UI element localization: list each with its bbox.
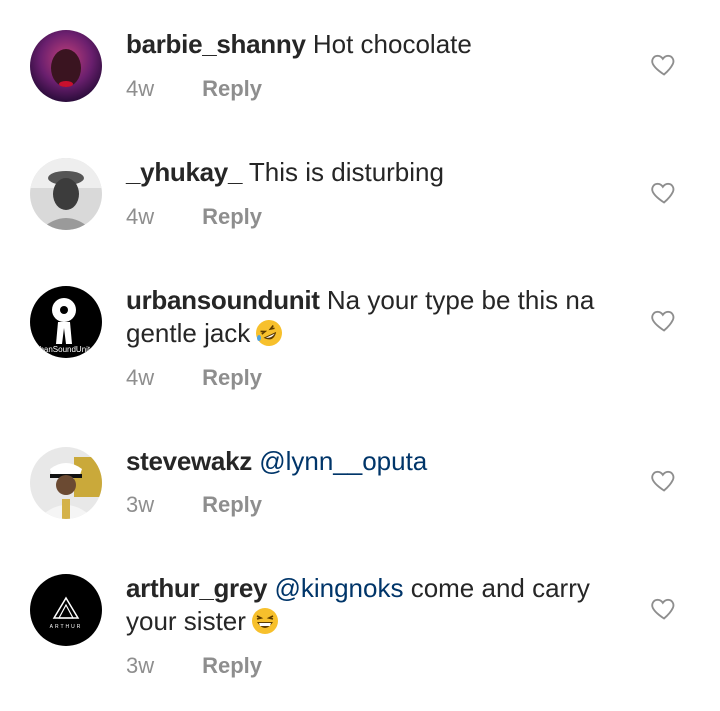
comment-timestamp: 4w (126, 204, 155, 229)
comment-body: This is disturbing (248, 157, 444, 187)
comment-meta: 4w Reply (126, 76, 262, 102)
comment-text: stevewakz @lynn__oputa (126, 445, 626, 478)
comment-mention[interactable]: @lynn__oputa (259, 446, 427, 476)
reply-button[interactable]: Reply (202, 204, 262, 229)
comment-username[interactable]: stevewakz (126, 446, 252, 476)
svg-text:ARTHUR: ARTHUR (50, 624, 83, 630)
grinning-squinting-emoji-icon (250, 606, 280, 636)
comment-text: urbansoundunit Na your type be this na g… (126, 284, 626, 350)
reply-button[interactable]: Reply (202, 492, 262, 517)
comment-username[interactable]: urbansoundunit (126, 285, 320, 315)
avatar[interactable]: ARTHUR (30, 574, 102, 646)
heart-icon[interactable] (650, 594, 678, 622)
comment-meta: 4w Reply (126, 365, 262, 391)
avatar[interactable] (30, 158, 102, 230)
comment-username[interactable]: barbie_shanny (126, 29, 306, 59)
avatar[interactable]: UrbanSoundUnit (30, 286, 102, 358)
heart-icon[interactable] (650, 178, 678, 206)
reply-button[interactable]: Reply (202, 653, 262, 678)
svg-text:UrbanSoundUnit: UrbanSoundUnit (31, 345, 91, 354)
comment-meta: 4w Reply (126, 204, 262, 230)
comment-body: Hot chocolate (312, 29, 472, 59)
heart-icon[interactable] (650, 306, 678, 334)
comment-timestamp: 4w (126, 365, 155, 390)
comment-text: _yhukay_ This is disturbing (126, 156, 626, 189)
reply-button[interactable]: Reply (202, 365, 262, 390)
heart-icon[interactable] (650, 466, 678, 494)
comment-username[interactable]: _yhukay_ (126, 157, 242, 187)
comment-mention[interactable]: @kingnoks (274, 573, 403, 603)
comment-meta: 3w Reply (126, 653, 262, 679)
avatar[interactable] (30, 30, 102, 102)
comment-timestamp: 4w (126, 76, 155, 101)
comment-timestamp: 3w (126, 653, 155, 678)
rolling-on-floor-laughing-emoji-icon (254, 318, 284, 348)
reply-button[interactable]: Reply (202, 76, 262, 101)
heart-icon[interactable] (650, 50, 678, 78)
comment-meta: 3w Reply (126, 492, 262, 518)
comment-timestamp: 3w (126, 492, 155, 517)
comment-text: barbie_shanny Hot chocolate (126, 28, 626, 61)
comment-username[interactable]: arthur_grey (126, 573, 268, 603)
comment-text: arthur_grey @kingnoks come and carry you… (126, 572, 626, 638)
avatar[interactable] (30, 447, 102, 519)
